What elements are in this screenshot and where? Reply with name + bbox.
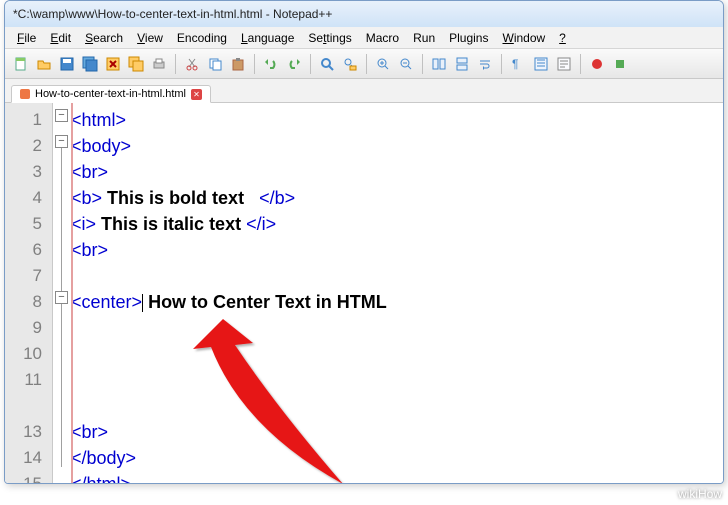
menu-encoding[interactable]: Encoding xyxy=(171,29,233,47)
separator-icon xyxy=(580,54,581,74)
menu-view[interactable]: View xyxy=(131,29,169,47)
menu-language[interactable]: Language xyxy=(235,29,300,47)
tab-close-icon[interactable]: ✕ xyxy=(191,89,202,100)
stop-icon[interactable] xyxy=(610,54,630,74)
fold-toggle-icon[interactable]: − xyxy=(55,135,68,148)
line-number: 1 xyxy=(5,107,52,133)
paste-icon[interactable] xyxy=(228,54,248,74)
replace-icon[interactable] xyxy=(340,54,360,74)
line-number: 10 xyxy=(5,341,52,367)
code-tag: <br> xyxy=(71,422,108,442)
new-file-icon[interactable] xyxy=(11,54,31,74)
menubar: File Edit Search View Encoding Language … xyxy=(5,27,723,49)
code-tag: </i> xyxy=(246,214,276,234)
code-tag: <i> xyxy=(71,214,96,234)
menu-file[interactable]: File xyxy=(11,29,42,47)
line-number xyxy=(5,393,52,419)
menu-macro[interactable]: Macro xyxy=(360,29,405,47)
sync-h-icon[interactable] xyxy=(452,54,472,74)
code-tag: <center> xyxy=(71,292,142,312)
menu-plugins[interactable]: Plugins xyxy=(443,29,494,47)
separator-icon xyxy=(422,54,423,74)
copy-icon[interactable] xyxy=(205,54,225,74)
tab-label: How-to-center-text-in-html.html xyxy=(35,88,186,100)
fold-line xyxy=(61,148,62,467)
menu-window[interactable]: Window xyxy=(496,29,551,47)
show-chars-icon[interactable]: ¶ xyxy=(508,54,528,74)
separator-icon xyxy=(310,54,311,74)
save-icon[interactable] xyxy=(57,54,77,74)
record-icon[interactable] xyxy=(587,54,607,74)
line-number: 13 xyxy=(5,419,52,445)
open-file-icon[interactable] xyxy=(34,54,54,74)
separator-icon xyxy=(366,54,367,74)
line-number: 11 xyxy=(5,367,52,393)
fold-column: − − − xyxy=(53,103,71,483)
sync-v-icon[interactable] xyxy=(429,54,449,74)
code-tag: <br> xyxy=(71,162,108,182)
separator-icon xyxy=(254,54,255,74)
code-tag: </html> xyxy=(71,474,131,484)
code-tag: </b> xyxy=(259,188,295,208)
menu-help[interactable]: ? xyxy=(553,29,572,47)
line-number: 8 xyxy=(5,289,52,315)
print-icon[interactable] xyxy=(149,54,169,74)
tabbar: How-to-center-text-in-html.html ✕ xyxy=(5,79,723,103)
redo-icon[interactable] xyxy=(284,54,304,74)
undo-icon[interactable] xyxy=(261,54,281,74)
watermark: wikiHow xyxy=(678,487,722,501)
code-tag: <html> xyxy=(71,110,126,130)
close-all-icon[interactable] xyxy=(126,54,146,74)
find-icon[interactable] xyxy=(317,54,337,74)
close-icon[interactable] xyxy=(103,54,123,74)
save-all-icon[interactable] xyxy=(80,54,100,74)
code-tag: </body> xyxy=(71,448,136,468)
fold-toggle-icon[interactable]: − xyxy=(55,109,68,122)
menu-search[interactable]: Search xyxy=(79,29,129,47)
line-number: 9 xyxy=(5,315,52,341)
titlebar: *C:\wamp\www\How-to-center-text-in-html.… xyxy=(5,1,723,27)
toolbar: ¶ xyxy=(5,49,723,79)
line-number: 5 xyxy=(5,211,52,237)
user-lang-icon[interactable] xyxy=(554,54,574,74)
zoom-out-icon[interactable] xyxy=(396,54,416,74)
code-area[interactable]: <html> <body> <br> <b> This is bold text… xyxy=(71,103,723,483)
separator-icon xyxy=(175,54,176,74)
code-tag: <b> xyxy=(71,188,102,208)
line-number: 4 xyxy=(5,185,52,211)
code-text: This is italic text xyxy=(96,214,246,234)
separator-icon xyxy=(501,54,502,74)
menu-settings[interactable]: Settings xyxy=(302,29,357,47)
line-number: 3 xyxy=(5,159,52,185)
line-gutter: 1 2 3 4 5 6 7 8 9 10 11 13 14 15 xyxy=(5,103,53,483)
line-number: 7 xyxy=(5,263,52,289)
cut-icon[interactable] xyxy=(182,54,202,74)
code-text: How to Center Text in HTML xyxy=(143,292,387,312)
zoom-in-icon[interactable] xyxy=(373,54,393,74)
change-marker xyxy=(71,103,73,483)
svg-text:¶: ¶ xyxy=(512,57,518,71)
window-title: *C:\wamp\www\How-to-center-text-in-html.… xyxy=(13,7,332,21)
line-number: 15 xyxy=(5,471,52,484)
file-modified-icon xyxy=(20,89,30,99)
file-tab[interactable]: How-to-center-text-in-html.html ✕ xyxy=(11,85,211,103)
app-window: *C:\wamp\www\How-to-center-text-in-html.… xyxy=(4,0,724,484)
line-number: 2 xyxy=(5,133,52,159)
fold-toggle-icon[interactable]: − xyxy=(55,291,68,304)
editor[interactable]: 1 2 3 4 5 6 7 8 9 10 11 13 14 15 − − − <… xyxy=(5,103,723,483)
menu-run[interactable]: Run xyxy=(407,29,441,47)
code-tag: <br> xyxy=(71,240,108,260)
line-number: 6 xyxy=(5,237,52,263)
code-text: This is bold text xyxy=(102,188,259,208)
line-number: 14 xyxy=(5,445,52,471)
wrap-icon[interactable] xyxy=(475,54,495,74)
indent-guide-icon[interactable] xyxy=(531,54,551,74)
menu-edit[interactable]: Edit xyxy=(44,29,77,47)
code-tag: <body> xyxy=(71,136,131,156)
